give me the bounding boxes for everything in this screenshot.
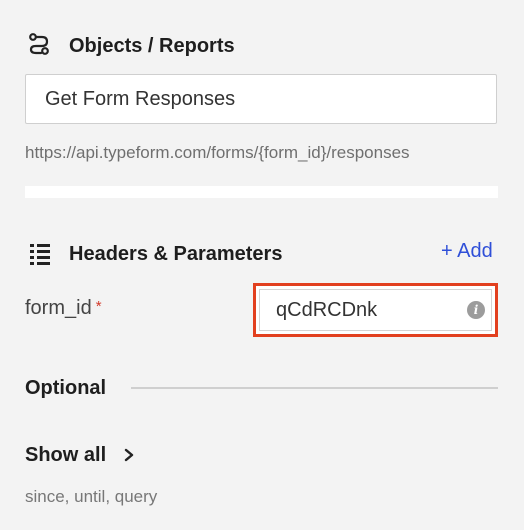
form-id-input[interactable]: qCdRCDnk xyxy=(259,289,492,331)
list-icon xyxy=(30,244,50,265)
param-label-form-id: form_id * xyxy=(25,296,102,320)
endpoint-url: https://api.typeform.com/forms/{form_id}… xyxy=(25,143,410,162)
required-marker: * xyxy=(95,298,102,315)
optional-params-summary: since, until, query xyxy=(25,487,158,506)
headers-parameters-title: Headers & Parameters xyxy=(69,243,283,265)
form-id-highlight: qCdRCDnk i xyxy=(253,283,498,337)
optional-section-label: Optional xyxy=(25,377,107,399)
param-name: form_id xyxy=(25,297,92,319)
objects-section-title: Objects / Reports xyxy=(69,35,235,57)
add-parameter-button[interactable]: + Add xyxy=(441,238,493,264)
show-all-button[interactable]: Show all xyxy=(25,443,106,467)
info-icon[interactable]: i xyxy=(467,301,485,319)
chevron-right-icon[interactable] xyxy=(122,447,136,463)
divider-strip xyxy=(25,186,498,198)
optional-divider xyxy=(131,387,498,389)
route-icon xyxy=(29,33,49,55)
object-select[interactable]: Get Form Responses xyxy=(25,74,497,124)
